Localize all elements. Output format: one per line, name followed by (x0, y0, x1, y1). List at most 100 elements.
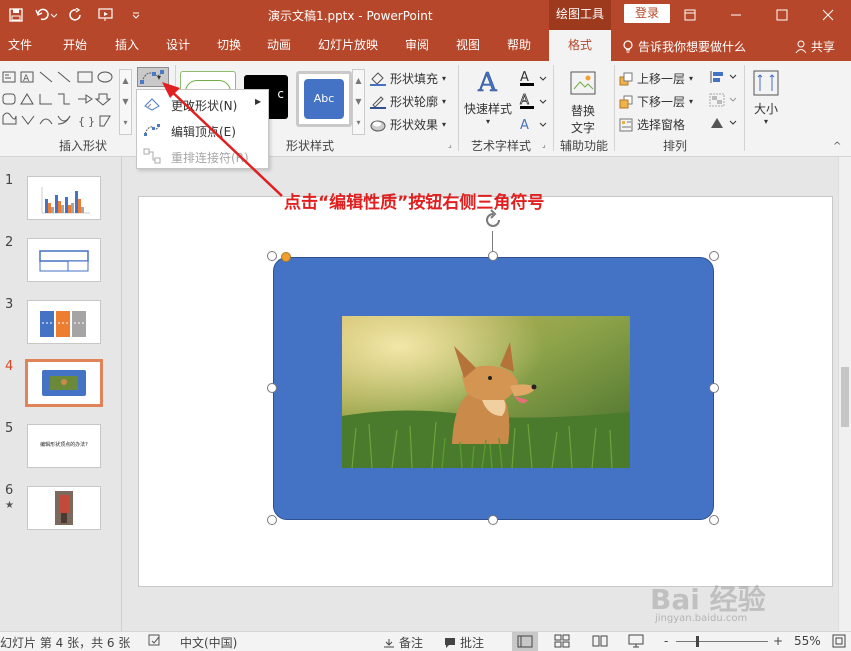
slide-thumbnail-panel: 1 2 3 4 5 编辑形状顶点的办法? 6 ★ (0, 157, 122, 631)
redo-icon[interactable] (64, 4, 88, 26)
bring-forward-icon (619, 72, 633, 85)
comments-label: 批注 (460, 636, 485, 650)
text-fill-button[interactable]: A (518, 69, 548, 87)
quick-styles-button[interactable]: A 快速样式 ▾ (464, 67, 512, 126)
resize-handle-bottom-right[interactable] (709, 515, 719, 525)
text-fill-icon: A (520, 70, 547, 86)
slide-thumbnail-2[interactable] (27, 238, 101, 282)
tab-slideshow[interactable]: 幻灯片放映 (318, 30, 378, 61)
align-button[interactable] (708, 69, 738, 85)
alt-text-label-1: 替换 (570, 104, 595, 118)
shape-outline-button[interactable]: 形状轮廓 ▾ (370, 93, 446, 110)
text-effects-button[interactable]: A (518, 115, 548, 133)
slide-thumbnail-5[interactable]: 编辑形状顶点的办法? (27, 424, 101, 468)
title-bar: 演示文稿1.pptx - PowerPoint 绘图工具 登录 (0, 0, 851, 30)
slide-thumbnail-6[interactable] (27, 486, 101, 530)
bring-forward-button[interactable]: 上移一层 ▾ (619, 70, 693, 87)
customize-qat-icon[interactable] (124, 4, 148, 26)
shapes-gallery-scroll[interactable]: ▲ ▼ ▾ (119, 69, 132, 135)
tab-view[interactable]: 视图 (456, 30, 480, 61)
tab-insert[interactable]: 插入 (115, 30, 139, 61)
resize-handle-bottom[interactable] (488, 515, 498, 525)
ribbon-display-options-icon[interactable] (667, 0, 713, 30)
status-bar: 幻灯片 第 4 张，共 6 张 中文(中国) 备注 批注 - + 55% (0, 631, 851, 651)
close-icon[interactable] (805, 0, 851, 30)
slide-number: 5 (5, 421, 14, 436)
shapes-gallery[interactable]: A { } (0, 69, 118, 135)
share-button[interactable]: 共享 (795, 38, 835, 55)
adjustment-handle[interactable] (281, 252, 291, 262)
save-icon[interactable] (4, 4, 28, 26)
send-backward-label: 下移一层 (637, 95, 686, 109)
resize-handle-top-left[interactable] (267, 251, 277, 261)
zoom-out-button[interactable]: - (664, 634, 668, 648)
tab-file[interactable]: 文件 (8, 30, 32, 61)
svg-text:A: A (520, 93, 529, 108)
resize-handle-right[interactable] (709, 383, 719, 393)
dog-photo[interactable] (342, 316, 630, 468)
tab-home[interactable]: 开始 (63, 30, 87, 61)
collapse-ribbon-icon[interactable]: ^ (833, 141, 841, 152)
slide-number: 3 (5, 297, 14, 312)
start-from-beginning-icon[interactable] (94, 4, 118, 26)
zoom-level[interactable]: 55% (794, 634, 821, 648)
tab-format[interactable]: 格式 (549, 30, 611, 61)
tab-review[interactable]: 审阅 (405, 30, 429, 61)
reading-view-icon[interactable] (592, 634, 608, 651)
alt-text-button[interactable]: 替换 文字 (560, 69, 606, 136)
zoom-slider-track[interactable] (676, 641, 768, 642)
maximize-icon[interactable] (759, 0, 805, 30)
shape-style-thumb-3[interactable]: Abc (296, 71, 352, 127)
group-separator (458, 65, 459, 151)
resize-handle-top-right[interactable] (709, 251, 719, 261)
tab-animations[interactable]: 动画 (267, 30, 291, 61)
paint-bucket-icon (370, 71, 386, 86)
group-objects-button[interactable] (708, 92, 738, 108)
tab-transitions[interactable]: 切换 (217, 30, 241, 61)
resize-handle-bottom-left[interactable] (267, 515, 277, 525)
slide-thumbnail-4[interactable] (25, 359, 103, 407)
send-backward-button[interactable]: 下移一层 ▾ (619, 93, 693, 110)
notes-button[interactable]: 备注 (383, 634, 423, 651)
minimize-icon[interactable] (713, 0, 759, 30)
vertical-scrollbar[interactable] (838, 157, 851, 631)
normal-view-button[interactable] (512, 632, 538, 651)
tab-design[interactable]: 设计 (166, 30, 190, 61)
baidu-watermark-url: jingyan.baidu.com (655, 613, 748, 624)
fit-to-window-icon[interactable] (832, 634, 846, 651)
size-button[interactable]: 大小 ▾ (750, 69, 782, 126)
dialog-launcher-icon[interactable]: ⌟ (542, 140, 546, 149)
alt-text-label-2: 文字 (570, 121, 595, 135)
text-outline-button[interactable]: A (518, 92, 548, 110)
comments-button[interactable]: 批注 (444, 634, 484, 651)
undo-icon[interactable] (34, 4, 58, 26)
shape-effects-button[interactable]: 形状效果 ▾ (370, 116, 446, 133)
slide-thumbnail-3[interactable] (27, 300, 101, 344)
resize-handle-top[interactable] (488, 251, 498, 261)
share-label: 共享 (811, 40, 836, 54)
shape-fill-button[interactable]: 形状填充 ▾ (370, 70, 446, 87)
dialog-launcher-icon[interactable]: ⌟ (448, 140, 452, 149)
chevron-down-icon: ▾ (485, 117, 490, 126)
person-icon (795, 40, 807, 53)
zoom-in-button[interactable]: + (773, 634, 783, 648)
svg-text:}: } (88, 115, 95, 128)
tab-help[interactable]: 帮助 (507, 30, 531, 61)
slide-thumbnail-1[interactable] (27, 176, 101, 220)
rotate-button[interactable] (708, 115, 738, 131)
shape-effects-label: 形状效果 (390, 118, 439, 132)
tell-me-search[interactable]: 告诉我你想要做什么 (622, 38, 746, 55)
zoom-slider-thumb[interactable] (696, 636, 699, 647)
size-icon (753, 70, 779, 96)
comment-icon (445, 637, 455, 648)
slide-sorter-view-icon[interactable] (554, 634, 570, 651)
language-indicator[interactable]: 中文(中国) (180, 634, 237, 651)
slideshow-view-icon[interactable] (628, 634, 644, 651)
shape-fill-label: 形状填充 (390, 72, 439, 86)
login-button[interactable]: 登录 (624, 4, 670, 23)
spell-check-icon[interactable] (148, 634, 162, 651)
resize-handle-left[interactable] (267, 383, 277, 393)
shape-styles-gallery-scroll[interactable]: ▲ ▼ ▾ (352, 69, 365, 135)
scrollbar-thumb[interactable] (841, 367, 849, 427)
selection-pane-button[interactable]: 选择窗格 (619, 116, 685, 133)
